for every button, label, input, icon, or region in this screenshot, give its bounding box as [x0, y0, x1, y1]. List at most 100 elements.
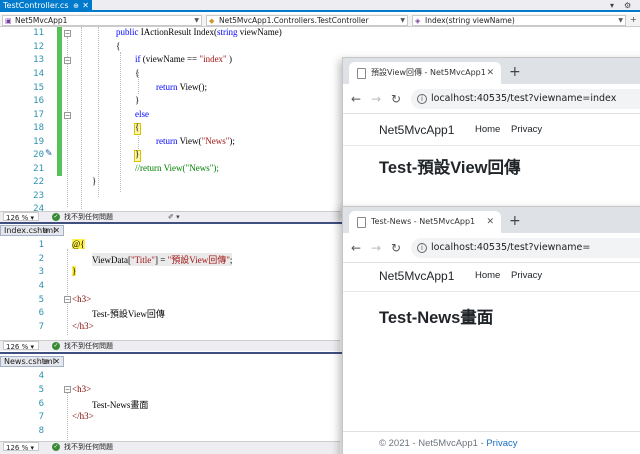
code-line: return View("News"); [156, 136, 235, 146]
indent-guide [120, 52, 121, 192]
back-icon[interactable]: ← [351, 233, 361, 263]
zoom-dropdown[interactable]: 126 % ▾ [3, 341, 39, 351]
browser-tab[interactable]: Test-News - Net5MvcApp1 ✕ [349, 211, 501, 233]
code-line: </h3> [72, 321, 94, 331]
line-number: 14 [33, 69, 44, 79]
reload-icon[interactable]: ↻ [391, 84, 401, 114]
footer-copyright: © 2021 - Net5MvcApp1 - [379, 438, 487, 449]
site-info-icon[interactable]: i [417, 243, 427, 253]
nav-privacy-link[interactable]: Privacy [511, 114, 542, 146]
code-line: if (viewName == "index" ) [135, 54, 232, 64]
tab-testcontroller[interactable]: TestController.cs ⊕ ✕ [0, 0, 92, 12]
collapse-toggle[interactable]: − [64, 57, 71, 64]
tab-title: Test-News - Net5MvcApp1 [371, 217, 476, 226]
code-line: <h3> [72, 384, 92, 394]
collapse-toggle[interactable]: − [64, 30, 71, 37]
collapse-toggle[interactable]: − [64, 386, 71, 393]
site-navbar: Net5MvcApp1 Home Privacy [343, 114, 640, 146]
code-line: <h3> [72, 294, 92, 304]
razor-block-end: } [72, 266, 77, 276]
line-number: 5 [38, 295, 44, 305]
close-icon[interactable]: ✕ [53, 226, 60, 236]
line-number: 17 [33, 110, 44, 120]
brand-link[interactable]: Net5MvcApp1 [379, 260, 454, 292]
browser-window-index: 預設View回傳 - Net5MvcApp1 ✕ + ← → ↻ i local… [342, 57, 640, 217]
address-bar[interactable]: i localhost:40535/test?viewname=index [411, 89, 640, 109]
nav-home-link[interactable]: Home [475, 114, 500, 146]
news-pane-title[interactable]: News.cshtml ⊕ ✕ [0, 356, 64, 367]
dropdown-icon[interactable]: ▾ [610, 0, 614, 12]
new-tab-button[interactable]: + [509, 211, 521, 231]
no-issues-icon: ✓ [52, 342, 60, 350]
csharp-project-icon: ▣ [5, 17, 12, 25]
page-icon [357, 217, 366, 228]
close-icon[interactable]: ✕ [53, 357, 60, 367]
code-line: Test-預設View回傳 [92, 309, 165, 319]
footer-privacy-link[interactable]: Privacy [486, 438, 517, 449]
line-number: 4 [38, 371, 44, 381]
index-pane-title[interactable]: Index.cshtml ⊕ ✕ [0, 225, 64, 236]
line-number: 6 [38, 308, 44, 318]
url-text: localhost:40535/test?viewname= [431, 242, 591, 253]
nav-privacy-link[interactable]: Privacy [511, 260, 542, 292]
browser-tab[interactable]: 預設View回傳 - Net5MvcApp1 ✕ [349, 62, 501, 84]
news-status-bar: 126 % ▾ ✓ 找不到任何問題 [0, 441, 340, 454]
browser-window-news: Test-News - Net5MvcApp1 ✕ + ← → ↻ i loca… [342, 206, 640, 454]
zoom-dropdown[interactable]: 126 % ▾ [3, 212, 39, 222]
collapse-toggle[interactable]: − [64, 112, 71, 119]
page-heading: Test-預設View回傳 [379, 159, 521, 177]
site-navbar: Net5MvcApp1 Home Privacy [343, 260, 640, 292]
chevron-down-icon: ▼ [618, 17, 623, 24]
line-number: 12 [33, 42, 44, 52]
page-icon [357, 68, 366, 79]
back-icon[interactable]: ← [351, 84, 361, 114]
issues-status: 找不到任何問題 [64, 213, 113, 221]
project-dropdown[interactable]: ▣ Net5MvcApp1 ▼ [2, 15, 202, 26]
class-name: Net5MvcApp1.Controllers.TestController [219, 16, 369, 25]
address-bar[interactable]: i localhost:40535/test?viewname= [411, 238, 640, 258]
line-number: 15 [33, 83, 44, 93]
close-icon[interactable]: ✕ [486, 62, 494, 84]
line-number: 1 [38, 240, 44, 250]
zoom-dropdown[interactable]: 126 % ▾ [3, 442, 39, 452]
no-issues-icon: ✓ [52, 443, 60, 451]
line-number: 20 [33, 150, 44, 160]
line-number: 24 [33, 204, 44, 211]
pin-icon[interactable]: ⊕ [43, 357, 49, 367]
vs-tab-strip: TestController.cs ⊕ ✕ ▾ ⚙ [0, 0, 640, 12]
browser-toolbar: ← → ↻ i localhost:40535/test?viewname=in… [343, 84, 640, 114]
line-number: 19 [33, 137, 44, 147]
forward-icon[interactable]: → [371, 233, 381, 263]
forward-icon[interactable]: → [371, 84, 381, 114]
new-tab-button[interactable]: + [509, 62, 521, 82]
tab-title: 預設View回傳 - Net5MvcApp1 [371, 68, 486, 77]
code-line: else [135, 109, 149, 119]
class-dropdown[interactable]: ◆ Net5MvcApp1.Controllers.TestController… [206, 15, 408, 26]
quick-action-icon[interactable]: ✎ [45, 149, 53, 159]
indent-guide [81, 27, 82, 209]
code-line: ViewData["Title"] = "預設View回傳"; [92, 253, 233, 266]
code-line: public IActionResult Index(string viewNa… [116, 27, 282, 37]
code-line: { [116, 41, 121, 51]
brush-icon[interactable]: ✐ ▾ [168, 212, 180, 222]
reload-icon[interactable]: ↻ [391, 233, 401, 263]
code-navigation-bar: ▣ Net5MvcApp1 ▼ ◆ Net5MvcApp1.Controller… [0, 14, 640, 27]
split-icon[interactable]: + [630, 14, 637, 26]
chevron-down-icon: ▼ [194, 17, 199, 24]
pin-icon[interactable]: ⊕ [43, 226, 49, 236]
settings-icon[interactable]: ⚙ [624, 0, 631, 12]
controller-status-bar: 126 % ▾ ✓ 找不到任何問題 ✐ ▾ [0, 211, 340, 222]
nav-home-link[interactable]: Home [475, 260, 500, 292]
pin-icon[interactable]: ⊕ [73, 0, 79, 12]
line-number: 11 [33, 28, 44, 38]
close-icon[interactable]: ✕ [82, 0, 89, 12]
site-info-icon[interactable]: i [417, 94, 427, 104]
line-number: 16 [33, 96, 44, 106]
brand-link[interactable]: Net5MvcApp1 [379, 114, 454, 146]
member-dropdown[interactable]: ◈ Index(string viewName) ▼ [412, 15, 626, 26]
line-number: 4 [38, 281, 44, 291]
collapse-toggle[interactable]: − [64, 296, 71, 303]
browser-tab-strip: 預設View回傳 - Net5MvcApp1 ✕ + [343, 58, 640, 84]
close-icon[interactable]: ✕ [486, 211, 494, 233]
line-number: 22 [33, 177, 44, 187]
